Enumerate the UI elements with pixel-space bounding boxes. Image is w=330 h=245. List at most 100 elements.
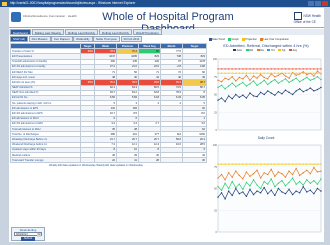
- subtab-facility-4[interactable]: Nellie Thompson: [93, 36, 121, 42]
- data-point: [227, 190, 230, 192]
- data-point: [242, 163, 244, 165]
- subtab-facility-2[interactable]: Ken Rapson: [51, 36, 73, 42]
- chart1-legend: Adm Ref Dis Tot Tgt Avg: [208, 49, 324, 52]
- data-point: [238, 193, 241, 195]
- data-point: [217, 99, 219, 101]
- table-cell: 22: [94, 157, 117, 164]
- data-point: [291, 72, 294, 74]
- toolbar-data-trend[interactable]: Data Trend: [208, 37, 225, 43]
- data-point: [242, 188, 244, 191]
- subtab-date[interactable]: 09 Feb 2014: [120, 36, 143, 42]
- data-point: [281, 191, 283, 193]
- trend-icon: [208, 38, 212, 41]
- table-row[interactable]: Total ward Transfer Lounge 22 41 28 30: [10, 157, 207, 164]
- week-ending-select[interactable]: 9/02/2014 ▾: [14, 232, 42, 237]
- data-point: [220, 97, 223, 99]
- data-point: [295, 190, 297, 192]
- data-point: [231, 98, 233, 100]
- chevron-down-icon: ▾: [37, 233, 41, 237]
- tab-rolling-monthly-2[interactable]: Rolling Last Monthly: [99, 29, 133, 35]
- subtab-nsw[interactable]: NSW (all): [10, 36, 28, 42]
- data-point: [267, 68, 269, 70]
- data-point: [227, 187, 230, 190]
- toolbar-projection[interactable]: Projection: [241, 37, 257, 43]
- data-point: [270, 163, 272, 165]
- data-point: [256, 184, 258, 186]
- data-point: [217, 79, 219, 81]
- data-point: [267, 173, 269, 176]
- y-tick-label: 50: [214, 93, 217, 97]
- data-point: [242, 72, 244, 74]
- data-point: [309, 72, 312, 74]
- tab-rolling-weekly[interactable]: Rolling Last Weekly: [31, 29, 64, 35]
- chart1-svg: 0 25 50 75 100: [213, 57, 322, 132]
- tab-rolling-monthly[interactable]: Rolling Last Monthly: [64, 29, 98, 35]
- data-point: [252, 193, 255, 196]
- data-point: [313, 163, 315, 165]
- data-point: [281, 93, 283, 95]
- window-titlebar: http://cseis01-0001/hospitalprogramdashb…: [0, 0, 330, 7]
- y-tick-label: 25: [214, 208, 217, 212]
- data-point: [295, 72, 297, 74]
- data-point: [288, 72, 290, 74]
- left-logo-text: Clinical Excellence Commission · Health: [22, 14, 77, 19]
- data-point: [256, 84, 258, 86]
- chart2-svg: 0 25 50 75 100: [213, 143, 322, 234]
- legend-label: Tot: [271, 48, 275, 52]
- week-ending-value: 9/02/2014: [16, 233, 28, 236]
- data-point: [313, 90, 315, 92]
- tab-prediction[interactable]: WoHP Prediction: [133, 29, 162, 35]
- dashboard-header: Clinical Excellence Commission · Health …: [9, 8, 324, 35]
- data-point: [256, 95, 258, 98]
- legend-item: Adm: [233, 49, 242, 52]
- data-point: [295, 183, 297, 185]
- data-point: [313, 72, 315, 74]
- data-point: [291, 193, 294, 196]
- data-point: [227, 85, 230, 87]
- data-point: [217, 72, 219, 74]
- data-point: [227, 68, 230, 70]
- submit-button[interactable]: Submit: [21, 237, 35, 241]
- tab-dashboard[interactable]: Dashboard: [10, 29, 31, 35]
- data-point: [295, 167, 297, 170]
- window-title: http://cseis01-0001/hospitalprogramdashb…: [10, 1, 136, 5]
- data-point: [284, 163, 287, 165]
- maximize-button[interactable]: [315, 1, 321, 6]
- data-point: [224, 198, 226, 200]
- data-point: [235, 93, 237, 96]
- week-ending-panel: Week Ending 9/02/2014 ▾ Submit: [11, 227, 45, 241]
- subtab-facility-3[interactable]: Wollondilly: [73, 36, 93, 42]
- data-point: [252, 68, 255, 70]
- legend-item: Tot: [267, 48, 275, 52]
- data-point: [298, 163, 301, 165]
- data-point: [277, 171, 280, 173]
- data-point: [288, 77, 290, 79]
- data-point: [309, 173, 312, 175]
- data-point: [267, 183, 269, 185]
- data-point: [270, 72, 272, 74]
- close-button[interactable]: [322, 1, 328, 6]
- data-point: [288, 68, 290, 70]
- toolbar-graph[interactable]: Graph: [227, 37, 239, 43]
- data-point: [306, 89, 308, 91]
- data-point: [288, 163, 290, 165]
- data-point: [274, 68, 276, 70]
- window-controls: [308, 1, 328, 6]
- data-point: [220, 84, 223, 86]
- data-point: [220, 163, 223, 165]
- data-point: [245, 195, 248, 198]
- subtab-facility-1[interactable]: Pam Busters: [28, 36, 51, 42]
- data-point: [270, 92, 272, 94]
- table-cell: 30: [182, 157, 207, 164]
- toolbar-last-year[interactable]: Last Year Comparison: [259, 37, 289, 43]
- data-point: [267, 193, 269, 195]
- data-point: [238, 96, 241, 99]
- data-point: [316, 163, 319, 165]
- data-point: [238, 83, 241, 86]
- data-point: [256, 72, 258, 74]
- data-point: [259, 73, 262, 76]
- minimize-button[interactable]: [308, 1, 314, 6]
- data-point: [249, 68, 251, 70]
- browser-icon: [2, 1, 7, 6]
- data-point: [288, 170, 290, 172]
